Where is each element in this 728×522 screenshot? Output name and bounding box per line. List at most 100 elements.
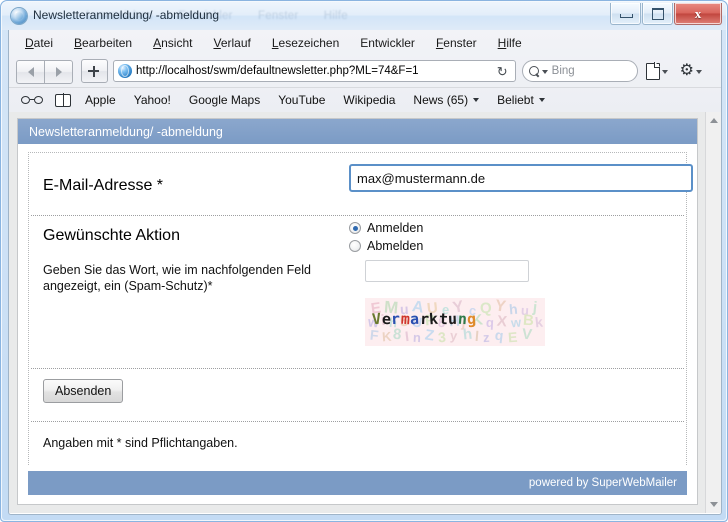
menu-hilfe-rest: ilfe	[506, 35, 522, 50]
captcha-noise-letter: l	[474, 327, 480, 345]
scroll-up-icon	[709, 118, 718, 123]
menu-lesezeichen-rest: esezeichen	[278, 35, 340, 50]
ghost-item-3: Hilfe	[323, 10, 348, 22]
captcha-noise-letter: E	[507, 328, 518, 346]
note-row: Angaben mit * sind Pflichtangaben.	[29, 422, 686, 466]
captcha-noise-letter: q	[485, 314, 495, 331]
captcha-word-letter: a	[409, 309, 421, 329]
search-box[interactable]: Bing	[521, 60, 638, 82]
radio-subscribe-row[interactable]: Anmelden	[349, 220, 423, 236]
maximize-icon	[652, 8, 664, 20]
captcha-label: Geben Sie das Wort, wie im nachfolgenden…	[43, 263, 311, 293]
page-container: Newsletteranmeldung/ -abmeldung E-Mail-A…	[17, 118, 698, 505]
url-text: http://localhost/swm/defaultnewsletter.p…	[136, 65, 419, 77]
menu-lesezeichen[interactable]: Lesezeichen	[272, 36, 339, 50]
reload-icon[interactable]: ↻	[497, 65, 508, 78]
minimize-button[interactable]	[610, 3, 641, 25]
menu-datei-rest: atei	[33, 35, 54, 50]
settings-group[interactable]: ⚙	[680, 63, 706, 79]
menu-fenster-rest: enster	[443, 35, 477, 50]
globe-icon	[118, 64, 132, 78]
bookmark-youtube-label: YouTube	[278, 93, 326, 107]
email-field[interactable]	[349, 164, 693, 192]
close-button[interactable]: x	[674, 3, 722, 25]
gear-icon: ⚙	[679, 62, 694, 79]
menu-datei-accel: D	[25, 35, 34, 50]
menu-ansicht[interactable]: Ansicht	[153, 36, 192, 50]
forward-button[interactable]	[44, 60, 73, 84]
captcha-noise-letter: 3	[437, 328, 447, 346]
powered-by-label: powered by SuperWebMailer	[528, 477, 677, 489]
radio-unsubscribe[interactable]	[349, 240, 361, 252]
menu-entwickler[interactable]: Entwickler	[360, 36, 415, 50]
captcha-noise-letter: k	[534, 313, 544, 331]
captcha-field[interactable]	[365, 260, 529, 282]
menu-hilfe[interactable]: Hilfe	[498, 36, 522, 50]
page-viewport: Newsletteranmeldung/ -abmeldung E-Mail-A…	[8, 112, 722, 515]
captcha-noise-letter: I	[404, 327, 410, 345]
bookmark-beliebt-label: Beliebt	[497, 93, 534, 107]
bookmark-wikipedia-label: Wikipedia	[343, 93, 396, 107]
bookmarks-book-icon[interactable]	[55, 93, 71, 107]
page-background: Newsletteranmeldung/ -abmeldung E-Mail-A…	[9, 112, 706, 513]
radio-unsubscribe-label: Abmelden	[367, 239, 424, 253]
bookmark-news-label: News (65)	[413, 93, 469, 107]
bookmark-yahoo[interactable]: Yahoo!	[134, 93, 171, 107]
submit-row: Absenden	[29, 369, 686, 421]
menu-verlauf-rest: erlauf	[220, 35, 251, 50]
plus-icon-vertical	[92, 65, 95, 77]
page-actions-group[interactable]	[645, 61, 672, 80]
reader-glasses-icon[interactable]	[21, 95, 45, 106]
glasses-lens-left	[21, 95, 30, 104]
back-button[interactable]	[16, 60, 44, 84]
glasses-lens-right	[34, 95, 43, 104]
address-bar[interactable]: http://localhost/swm/defaultnewsletter.p…	[113, 60, 516, 82]
menu-ansicht-accel: A	[153, 35, 162, 50]
bookmark-google-maps-label: Google Maps	[188, 93, 261, 107]
email-label: E-Mail-Adresse *	[43, 177, 164, 194]
bookmark-youtube[interactable]: YouTube	[278, 93, 325, 107]
radio-subscribe-label: Anmelden	[367, 221, 424, 235]
menu-verlauf[interactable]: Verlauf	[213, 36, 250, 50]
menu-ansicht-rest: nsicht	[161, 35, 193, 50]
bookmark-apple[interactable]: Apple	[85, 93, 116, 107]
close-icon: x	[694, 5, 702, 21]
captcha-row: Geben Sie das Wort, wie im nachfolgenden…	[29, 256, 686, 368]
page-icon	[645, 61, 661, 80]
captcha-image: EMuAUeYcQYhujwih5UP8HjKqXwBkFK8InZ3yhlzq…	[365, 298, 545, 346]
radio-subscribe[interactable]	[349, 222, 361, 234]
window-bottom-edge	[2, 513, 728, 520]
radio-unsubscribe-row[interactable]: Abmelden	[349, 238, 423, 254]
menu-verlauf-accel: V	[213, 35, 221, 50]
browser-chrome: Datei Bearbeiten Ansicht Verlauf Lesezei…	[8, 30, 722, 112]
chevron-down-icon	[473, 98, 480, 102]
captcha-noise-letter: F	[369, 326, 380, 344]
menu-entwickler-rest: Entwickler	[360, 35, 415, 50]
captcha-noise-letter: 8	[392, 325, 403, 344]
search-placeholder: Bing	[551, 65, 575, 77]
bookmark-wikipedia[interactable]: Wikipedia	[343, 93, 395, 107]
menu-fenster[interactable]: Fenster	[436, 36, 477, 50]
captcha-noise-letter: K	[381, 328, 392, 345]
search-engine-caret-icon[interactable]	[541, 70, 548, 74]
bookmark-google-maps[interactable]: Google Maps	[189, 93, 260, 107]
submit-button[interactable]: Absenden	[43, 379, 124, 403]
action-row: Gewünschte Aktion Anmelden Abmelden	[29, 216, 686, 256]
menu-hilfe-accel: H	[497, 35, 507, 50]
menu-bar: Datei Bearbeiten Ansicht Verlauf Lesezei…	[9, 30, 721, 55]
bookmark-beliebt[interactable]: Beliebt	[497, 93, 545, 107]
email-row: E-Mail-Adresse *	[29, 153, 693, 215]
bookmark-news[interactable]: News (65)	[413, 93, 480, 107]
scroll-down-button[interactable]	[706, 496, 721, 513]
new-tab-button[interactable]	[81, 59, 108, 83]
menu-bearbeiten[interactable]: Bearbeiten	[74, 36, 132, 50]
window-controls: x	[609, 3, 722, 25]
ghost-item-2: Fenster	[258, 10, 299, 22]
scroll-up-button[interactable]	[706, 112, 721, 129]
menu-datei[interactable]: Datei	[25, 36, 53, 50]
vertical-scrollbar[interactable]	[705, 112, 721, 513]
menu-bearbeiten-accel: B	[74, 35, 83, 50]
page-actions-caret-icon	[661, 70, 668, 74]
captcha-noise-letter: Z	[423, 326, 436, 345]
maximize-button[interactable]	[642, 3, 673, 25]
